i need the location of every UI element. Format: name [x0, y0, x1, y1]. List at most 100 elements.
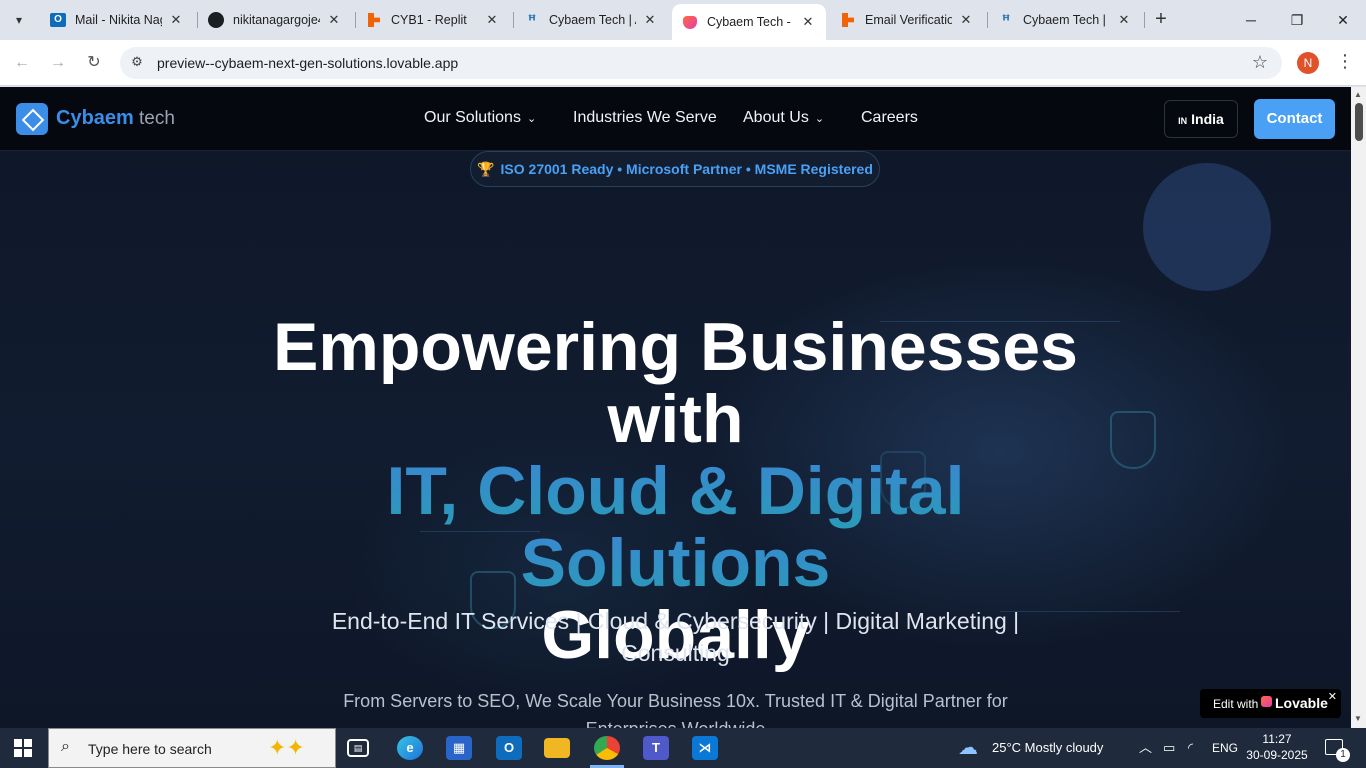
headline-line-2: with: [607, 381, 744, 457]
brand-suffix[interactable]: tech: [139, 108, 175, 130]
back-button[interactable]: ←: [10, 51, 34, 75]
browser-tabstrip: ▾ O Mail - Nikita Nag ✕ nikitanagargoje4…: [0, 0, 1366, 40]
new-tab-button[interactable]: +: [1150, 8, 1172, 32]
headline-line-3: IT, Cloud & Digital: [0, 455, 1351, 527]
close-icon[interactable]: ✕: [800, 14, 816, 30]
browser-toolbar: ← → ↻ ⚙ preview--cybaem-next-gen-solutio…: [0, 40, 1366, 86]
forward-button[interactable]: →: [46, 51, 70, 75]
chevron-up-icon[interactable]: ︿: [1139, 728, 1152, 768]
weather-text[interactable]: 25°C Mostly cloudy: [992, 728, 1103, 768]
replit-icon: [366, 12, 382, 28]
close-icon[interactable]: ✕: [484, 12, 500, 28]
nav-label: Our Solutions: [424, 109, 521, 126]
subheadline: End-to-End IT Services | Cloud & Cyberse…: [300, 605, 1051, 669]
region-selector[interactable]: IN India: [1164, 100, 1238, 138]
scroll-down-icon[interactable]: ▼: [1354, 714, 1362, 723]
wifi-icon[interactable]: ◜: [1188, 728, 1193, 768]
site-info-icon[interactable]: ⚙: [128, 54, 146, 72]
nav-about-us[interactable]: About Us ⌄: [743, 109, 824, 127]
trophy-icon: 🏆: [477, 161, 495, 177]
search-icon: ⌕: [61, 738, 70, 755]
tab-email-verification[interactable]: Email Verification ✕: [830, 6, 984, 34]
replit-icon: [840, 12, 856, 28]
close-icon[interactable]: ✕: [326, 12, 342, 28]
vscode-icon[interactable]: ⋊: [692, 736, 718, 760]
weather-icon[interactable]: ☁: [958, 728, 978, 768]
edit-with-lovable-badge[interactable]: Edit with Lovable ✕: [1200, 689, 1341, 718]
sparkle-icon: ✦✦: [268, 735, 305, 760]
search-placeholder: Type here to search: [88, 741, 212, 757]
site-header: Cybaem tech Our Solutions ⌄ Industries We…: [0, 87, 1351, 151]
window-close-button[interactable]: ✕: [1320, 6, 1366, 34]
nav-our-solutions[interactable]: Our Solutions ⌄: [424, 109, 536, 127]
page-viewport: Cybaem tech Our Solutions ⌄ Industries We…: [0, 87, 1351, 728]
tab-cybaem-c[interactable]: ꟸ Cybaem Tech | C ✕: [988, 6, 1142, 34]
restore-button[interactable]: ❐: [1274, 6, 1320, 34]
clock-date: 30-09-2025: [1246, 748, 1308, 762]
tab-title: nikitanagargoje4: [233, 13, 320, 27]
close-icon[interactable]: ✕: [168, 12, 184, 28]
headline-line-4: Solutions: [0, 527, 1351, 599]
outlook-icon[interactable]: O: [496, 736, 522, 760]
system-clock[interactable]: 11:27 30-09-2025: [1246, 731, 1308, 763]
tagline-line-1: From Servers to SEO, We Scale Your Busin…: [343, 691, 1008, 711]
file-explorer-icon[interactable]: [544, 738, 570, 758]
page-scrollbar[interactable]: ▲ ▼: [1351, 87, 1366, 728]
browser-menu-icon[interactable]: ⋮: [1336, 51, 1354, 75]
nav-careers[interactable]: Careers: [861, 109, 918, 127]
region-label: India: [1191, 111, 1224, 127]
address-bar[interactable]: ⚙ preview--cybaem-next-gen-solutions.lov…: [120, 47, 1282, 79]
store-icon[interactable]: ▦: [446, 736, 472, 760]
headline-highlight: Solutions: [520, 525, 831, 601]
edge-icon[interactable]: e: [397, 736, 423, 760]
profile-avatar[interactable]: N: [1297, 52, 1319, 74]
taskbar-search[interactable]: ⌕ Type here to search ✦✦: [48, 728, 336, 768]
bookmark-star-icon[interactable]: ☆: [1252, 52, 1268, 73]
lovable-icon: [682, 14, 698, 30]
tab-title: CYB1 - Replit: [391, 13, 467, 27]
close-icon[interactable]: ✕: [958, 12, 974, 28]
tab-search-icon[interactable]: ▾: [6, 8, 32, 32]
decorative-circle: [1143, 163, 1271, 291]
cybaem-icon: ꟸ: [527, 11, 537, 28]
tab-replit[interactable]: CYB1 - Replit ✕: [356, 6, 510, 34]
tab-cybaem-active[interactable]: Cybaem Tech - C ✕: [672, 4, 826, 40]
github-icon: [208, 12, 224, 28]
tab-title: Email Verification: [865, 13, 952, 27]
badge-text: ISO 27001 Ready • Microsoft Partner • MS…: [500, 161, 873, 177]
outlook-icon: O: [50, 12, 66, 28]
teams-icon[interactable]: T: [643, 736, 669, 760]
tagline-line-2: Enterprises Worldwide: [300, 715, 1051, 728]
windows-start-icon[interactable]: [14, 739, 32, 757]
close-icon[interactable]: ✕: [642, 12, 658, 28]
reload-button[interactable]: ↻: [82, 51, 106, 75]
scroll-up-icon[interactable]: ▲: [1354, 90, 1362, 99]
battery-icon[interactable]: ▭: [1163, 728, 1175, 768]
nav-label: About Us: [743, 109, 809, 126]
subheadline-line-2: Consulting: [621, 640, 730, 666]
tab-title: Cybaem Tech | A: [549, 13, 636, 27]
tab-cybaem-a[interactable]: ꟸ Cybaem Tech | A ✕: [514, 6, 668, 34]
language-indicator[interactable]: ENG: [1212, 728, 1238, 768]
tagline: From Servers to SEO, We Scale Your Busin…: [300, 687, 1051, 728]
contact-button[interactable]: Contact: [1254, 99, 1335, 139]
tab-title: Mail - Nikita Nag: [75, 13, 162, 27]
lovable-name: Lovable: [1275, 695, 1328, 711]
nav-label: Industries We Serve: [573, 109, 717, 126]
close-icon[interactable]: ✕: [1328, 690, 1337, 703]
logo-icon[interactable]: [16, 103, 48, 135]
nav-industries[interactable]: Industries We Serve: [573, 109, 717, 127]
close-icon[interactable]: ✕: [1116, 12, 1132, 28]
minimize-button[interactable]: ─: [1228, 6, 1274, 34]
url-text: preview--cybaem-next-gen-solutions.lovab…: [157, 55, 459, 71]
clock-time: 11:27: [1262, 732, 1292, 746]
tab-github[interactable]: nikitanagargoje4 ✕: [198, 6, 352, 34]
scroll-thumb[interactable]: [1355, 103, 1363, 141]
chrome-icon[interactable]: [590, 736, 624, 768]
tab-mail[interactable]: O Mail - Nikita Nag ✕: [40, 6, 194, 34]
windows-taskbar: ⌕ Type here to search ✦✦ ▤ e ▦ O T ⋊ ☁ 2…: [0, 728, 1366, 768]
task-view-icon[interactable]: ▤: [347, 739, 369, 757]
brand-name[interactable]: Cybaem: [56, 107, 134, 130]
hero-section: 🏆 ISO 27001 Ready • Microsoft Partner • M…: [0, 151, 1351, 728]
headline-line-1: Empowering Businesses: [273, 309, 1078, 385]
